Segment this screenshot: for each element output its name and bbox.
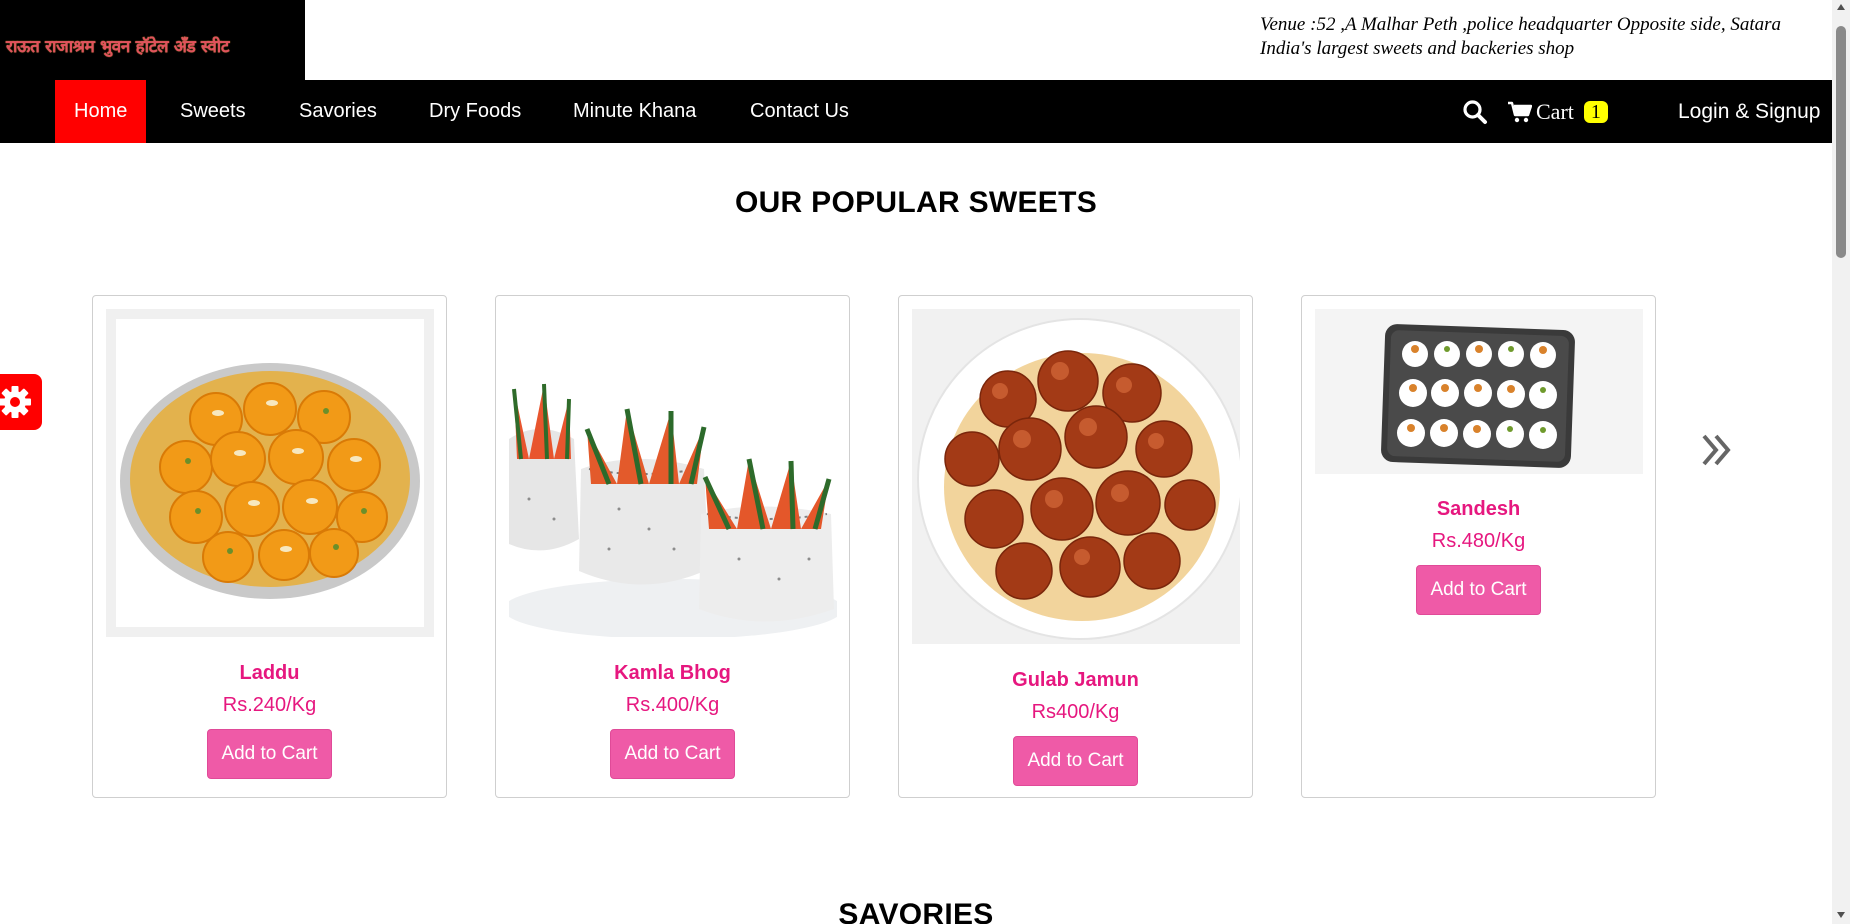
nav-dry-foods[interactable]: Dry Foods (410, 80, 540, 143)
laddu-image[interactable] (106, 309, 434, 637)
top-header: राऊत राजाश्रम भुवन हॉटेल अँड स्वीट Venue… (0, 0, 1832, 80)
nav-contact-us[interactable]: Contact Us (731, 80, 868, 143)
page-scrollbar[interactable] (1832, 0, 1850, 924)
popular-sweets-heading: OUR POPULAR SWEETS (734, 186, 1098, 219)
add-to-cart-button[interactable]: Add to Cart (1013, 736, 1138, 786)
product-name[interactable]: Sandesh (1302, 498, 1655, 521)
kamla-bhog-image[interactable] (509, 309, 837, 637)
product-price: Rs.480/Kg (1431, 530, 1526, 552)
nav-sweets[interactable]: Sweets (161, 80, 265, 143)
add-to-cart-button[interactable]: Add to Cart (1416, 565, 1541, 615)
product-name[interactable]: Kamla Bhog (496, 662, 849, 685)
product-price: Rs.240/Kg (222, 694, 317, 716)
product-name[interactable]: Gulab Jamun (899, 669, 1252, 692)
nav-minute-khana[interactable]: Minute Khana (554, 80, 715, 143)
logo[interactable]: राऊत राजाश्रम भुवन हॉटेल अँड स्वीट (0, 0, 305, 80)
scroll-up-icon[interactable] (1837, 4, 1845, 10)
product-name[interactable]: Laddu (93, 662, 446, 685)
gear-icon (0, 386, 31, 418)
nav-home[interactable]: Home (55, 80, 147, 143)
venue-address: Venue :52 ,A Malhar Peth ,police headqua… (1260, 14, 1782, 35)
cart-link[interactable]: Cart 1 (1508, 97, 1608, 127)
savories-heading: SAVORIES (838, 898, 994, 924)
product-card: Gulab Jamun Rs400/Kg Add to Cart (898, 295, 1253, 798)
login-signup-link[interactable]: Login & Signup (1678, 80, 1820, 143)
cart-label: Cart (1536, 99, 1574, 124)
logo-text: राऊत राजाश्रम भुवन हॉटेल अँड स्वीट (6, 36, 230, 57)
scroll-down-icon[interactable] (1837, 912, 1845, 918)
product-card: Sandesh Rs.480/Kg Add to Cart (1301, 295, 1656, 798)
venue-tagline: India's largest sweets and backeries sho… (1260, 38, 1575, 59)
gulab-jamun-image[interactable] (912, 309, 1240, 644)
shopping-cart-icon (1508, 101, 1532, 123)
add-to-cart-button[interactable]: Add to Cart (207, 729, 332, 779)
product-price: Rs.400/Kg (625, 694, 720, 716)
scroll-thumb[interactable] (1836, 26, 1846, 258)
sandesh-image[interactable] (1315, 309, 1643, 474)
search-icon[interactable] (1462, 99, 1488, 125)
product-card: Kamla Bhog Rs.400/Kg Add to Cart (495, 295, 850, 798)
cart-count-badge: 1 (1583, 101, 1608, 123)
carousel-next-icon[interactable] (1700, 430, 1734, 470)
venue-info: Venue :52 ,A Malhar Peth ,police headqua… (1260, 13, 1781, 61)
nav-savories[interactable]: Savories (280, 80, 396, 143)
product-price: Rs400/Kg (1031, 701, 1120, 723)
settings-tab[interactable] (0, 374, 42, 430)
product-card: Laddu Rs.240/Kg Add to Cart (92, 295, 447, 798)
add-to-cart-button[interactable]: Add to Cart (610, 729, 735, 779)
